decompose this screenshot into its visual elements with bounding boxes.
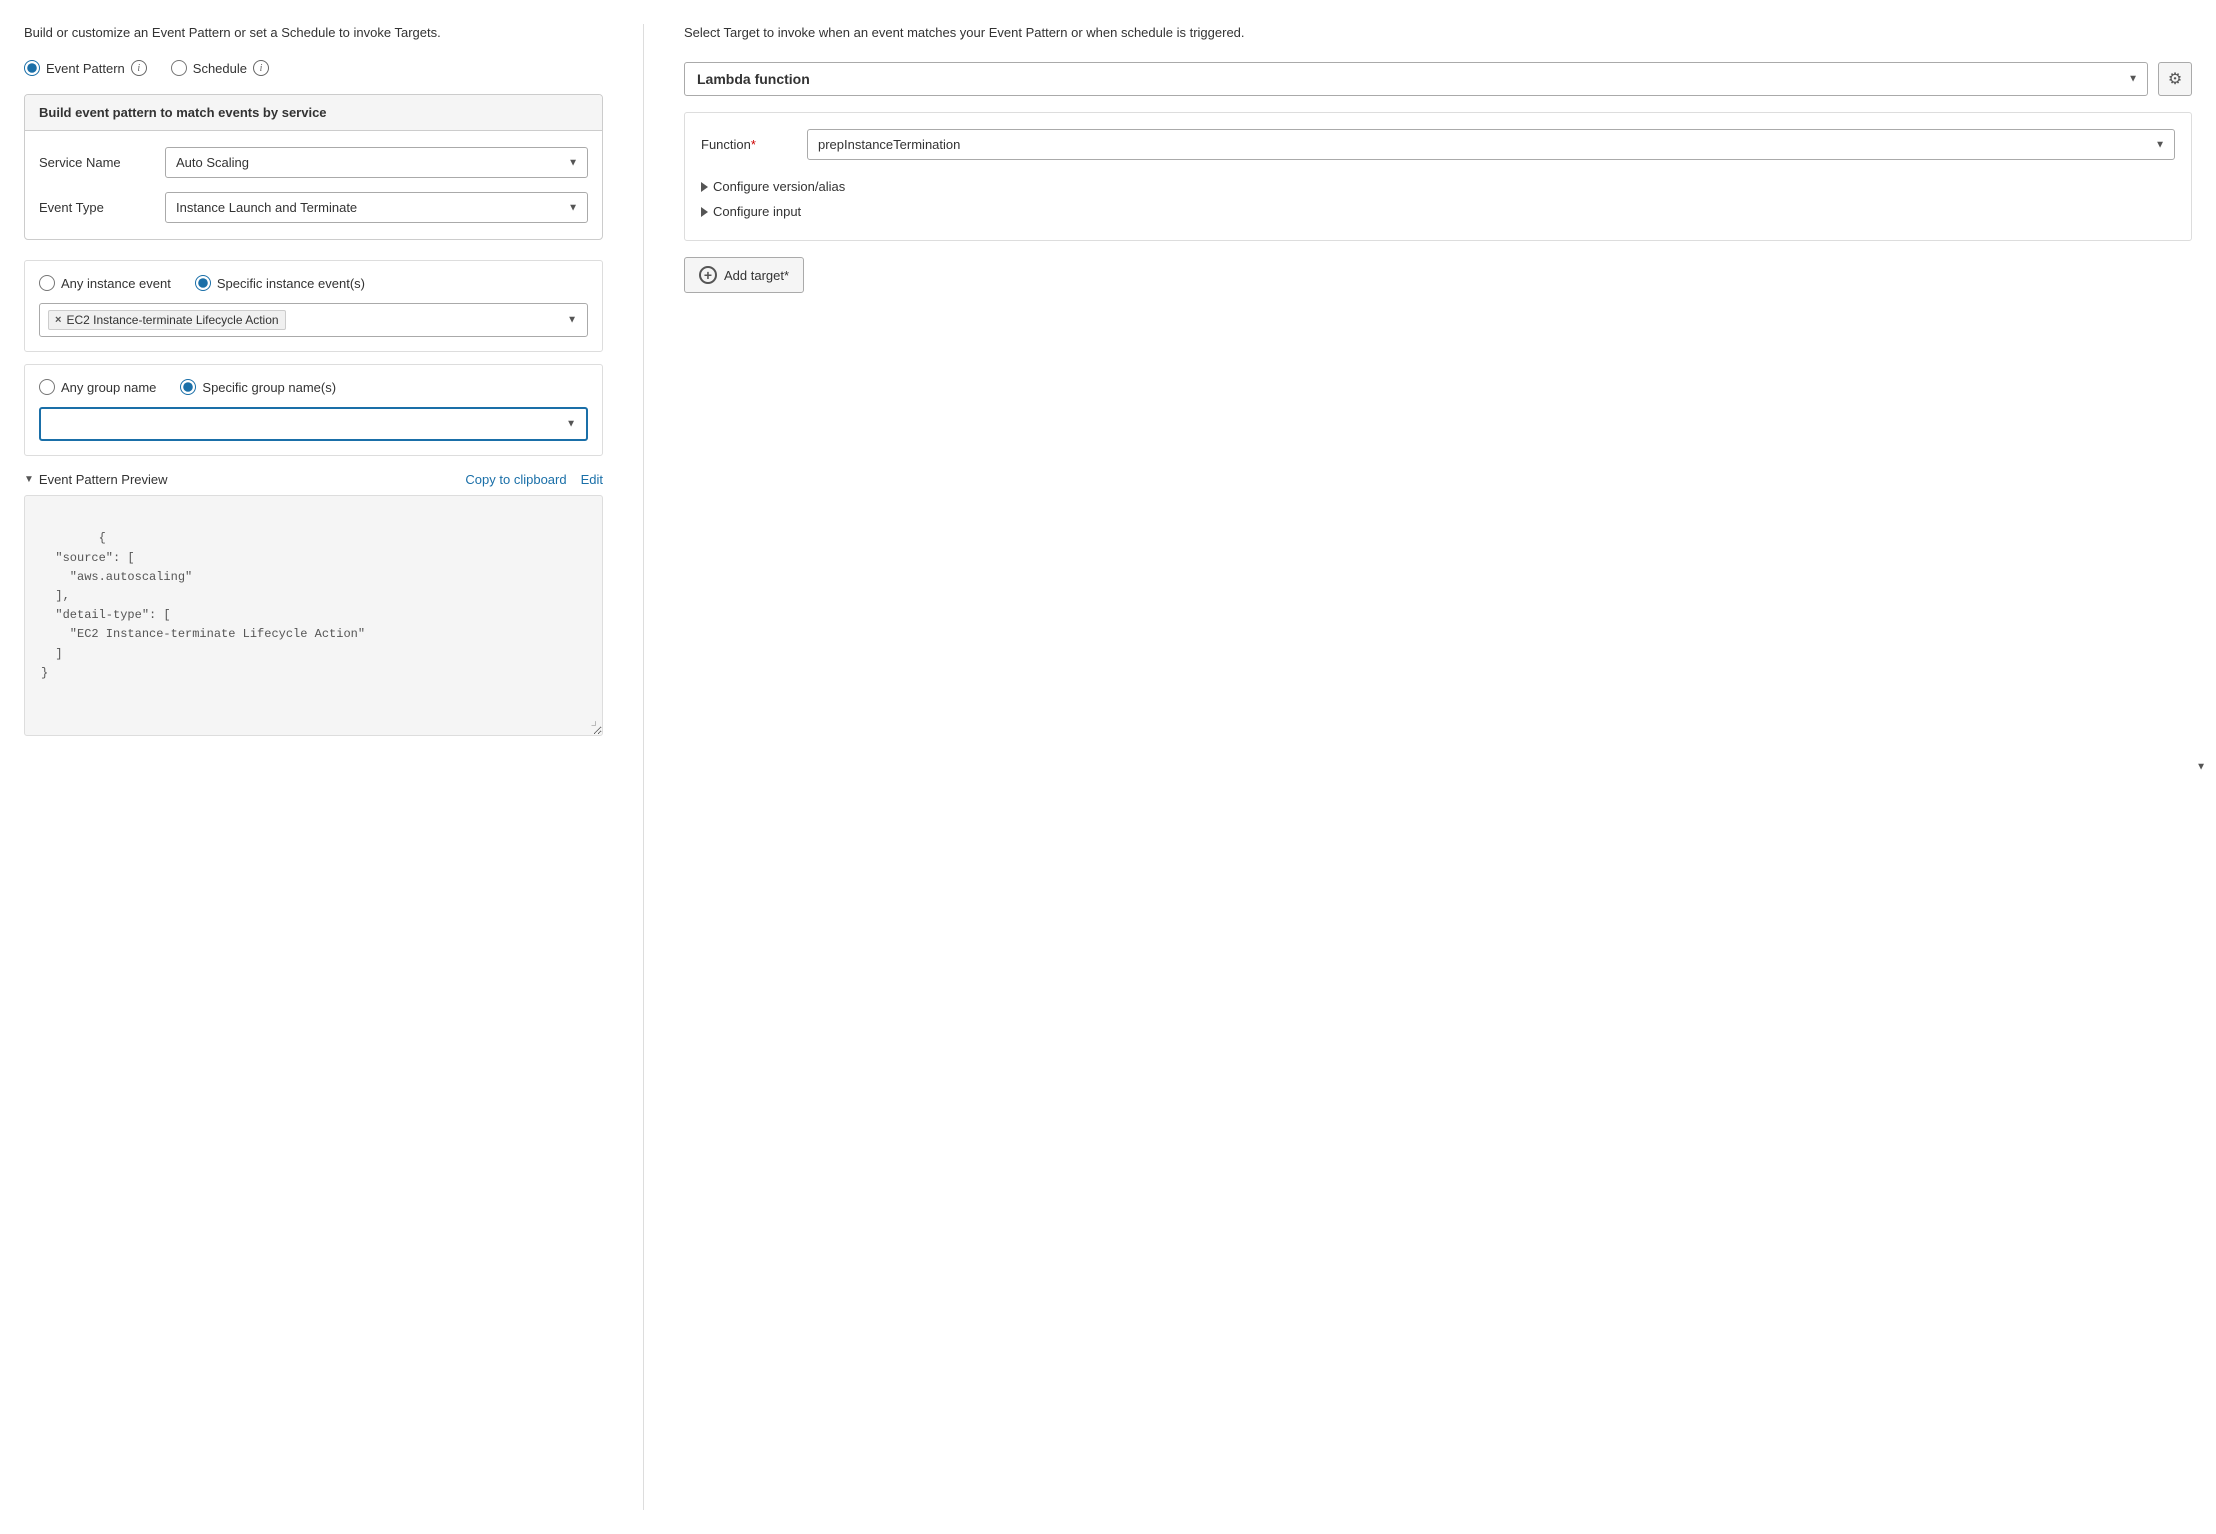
- right-section-desc: Select Target to invoke when an event ma…: [684, 24, 2192, 42]
- settings-gear-icon: ⚙: [2168, 69, 2182, 89]
- specific-group-radio-label[interactable]: Specific group name(s): [180, 379, 336, 395]
- event-pattern-radio[interactable]: [24, 60, 40, 76]
- event-type-row: Event Type Instance Launch and Terminate…: [39, 192, 588, 223]
- add-target-button[interactable]: + Add target*: [684, 257, 804, 293]
- configure-version-row[interactable]: Configure version/alias: [701, 174, 2175, 199]
- edit-button[interactable]: Edit: [581, 472, 603, 487]
- specific-instance-radio-label[interactable]: Specific instance event(s): [195, 275, 365, 291]
- group-name-section: Any group name Specific group name(s) ▼: [24, 364, 603, 456]
- service-name-row: Service Name Auto Scaling ▼: [39, 147, 588, 178]
- build-pattern-header-title: Build event pattern to match events by s…: [39, 105, 327, 120]
- resize-handle-icon: ⌟: [590, 711, 598, 733]
- specific-instance-radio[interactable]: [195, 275, 211, 291]
- function-label: Function*: [701, 137, 791, 152]
- instance-event-tag: × EC2 Instance-terminate Lifecycle Actio…: [48, 310, 286, 330]
- copy-to-clipboard-button[interactable]: Copy to clipboard: [465, 472, 566, 487]
- pattern-preview-actions: Copy to clipboard Edit: [465, 472, 603, 487]
- event-type-label: Event Type: [39, 200, 149, 215]
- schedule-label: Schedule: [193, 61, 247, 76]
- pattern-preview-header: ▼ Event Pattern Preview Copy to clipboar…: [24, 472, 603, 487]
- any-instance-radio[interactable]: [39, 275, 55, 291]
- configure-version-label: Configure version/alias: [713, 179, 845, 194]
- specific-group-radio[interactable]: [180, 379, 196, 395]
- specific-group-arrow-icon: ▼: [566, 419, 576, 430]
- any-instance-radio-label[interactable]: Any instance event: [39, 275, 171, 291]
- configure-input-triangle-icon: [701, 207, 708, 217]
- add-target-plus-icon: +: [699, 266, 717, 284]
- add-target-label: Add target*: [724, 268, 789, 283]
- configure-input-label: Configure input: [713, 204, 801, 219]
- target-settings-button[interactable]: ⚙: [2158, 62, 2192, 96]
- build-pattern-body: Service Name Auto Scaling ▼ Event Type I…: [25, 131, 602, 239]
- any-group-radio-label[interactable]: Any group name: [39, 379, 156, 395]
- instance-event-tag-select[interactable]: × EC2 Instance-terminate Lifecycle Actio…: [39, 303, 588, 337]
- event-pattern-info-icon[interactable]: i: [131, 60, 147, 76]
- function-select[interactable]: prepInstanceTermination: [807, 129, 2175, 160]
- specific-group-label: Specific group name(s): [202, 380, 336, 395]
- service-name-select-wrapper: Auto Scaling ▼: [165, 147, 588, 178]
- left-section-desc: Build or customize an Event Pattern or s…: [24, 24, 603, 42]
- build-pattern-box: Build event pattern to match events by s…: [24, 94, 603, 240]
- pattern-preview-section: ▼ Event Pattern Preview Copy to clipboar…: [24, 472, 603, 736]
- lambda-config-box: Function* prepInstanceTermination ▼ Conf…: [684, 112, 2192, 241]
- tag-remove-icon[interactable]: ×: [55, 314, 61, 326]
- any-group-radio[interactable]: [39, 379, 55, 395]
- schedule-radio[interactable]: [171, 60, 187, 76]
- service-name-select[interactable]: Auto Scaling: [165, 147, 588, 178]
- target-type-select[interactable]: Lambda function SQS Queue SNS Topic Kine…: [684, 62, 2148, 96]
- function-select-wrapper: prepInstanceTermination ▼: [807, 129, 2175, 160]
- instance-event-section: Any instance event Specific instance eve…: [24, 260, 603, 352]
- service-name-label: Service Name: [39, 155, 149, 170]
- function-row: Function* prepInstanceTermination ▼: [701, 129, 2175, 160]
- event-pattern-code: { "source": [ "aws.autoscaling" ], "deta…: [41, 531, 365, 679]
- group-name-radio-group: Any group name Specific group name(s): [39, 379, 588, 395]
- event-type-select-wrapper: Instance Launch and Terminate ▼: [165, 192, 588, 223]
- right-panel: Select Target to invoke when an event ma…: [644, 24, 2192, 1510]
- schedule-info-icon[interactable]: i: [253, 60, 269, 76]
- any-instance-label: Any instance event: [61, 276, 171, 291]
- tag-select-arrow-icon: ▼: [567, 315, 577, 326]
- required-star: *: [751, 137, 756, 152]
- event-pattern-radio-label[interactable]: Event Pattern i: [24, 60, 147, 76]
- event-pattern-label: Event Pattern: [46, 61, 125, 76]
- target-select-wrapper: Lambda function SQS Queue SNS Topic Kine…: [684, 62, 2148, 96]
- specific-group-select[interactable]: ▼: [39, 407, 588, 441]
- source-radio-group: Event Pattern i Schedule i: [24, 60, 603, 76]
- event-pattern-code-box: { "source": [ "aws.autoscaling" ], "deta…: [24, 495, 603, 736]
- specific-instance-label: Specific instance event(s): [217, 276, 365, 291]
- build-pattern-header: Build event pattern to match events by s…: [25, 95, 602, 131]
- left-panel: Build or customize an Event Pattern or s…: [24, 24, 644, 1510]
- configure-input-row[interactable]: Configure input: [701, 199, 2175, 224]
- pattern-preview-title-group: ▼ Event Pattern Preview: [24, 472, 168, 487]
- target-row: Lambda function SQS Queue SNS Topic Kine…: [684, 62, 2192, 96]
- pattern-preview-title: Event Pattern Preview: [39, 472, 168, 487]
- any-group-label: Any group name: [61, 380, 156, 395]
- configure-version-triangle-icon: [701, 182, 708, 192]
- event-type-select[interactable]: Instance Launch and Terminate: [165, 192, 588, 223]
- instance-event-radio-group: Any instance event Specific instance eve…: [39, 275, 588, 291]
- schedule-radio-label[interactable]: Schedule i: [171, 60, 269, 76]
- pattern-preview-chevron-icon[interactable]: ▼: [24, 474, 34, 485]
- tag-label: EC2 Instance-terminate Lifecycle Action: [66, 313, 278, 327]
